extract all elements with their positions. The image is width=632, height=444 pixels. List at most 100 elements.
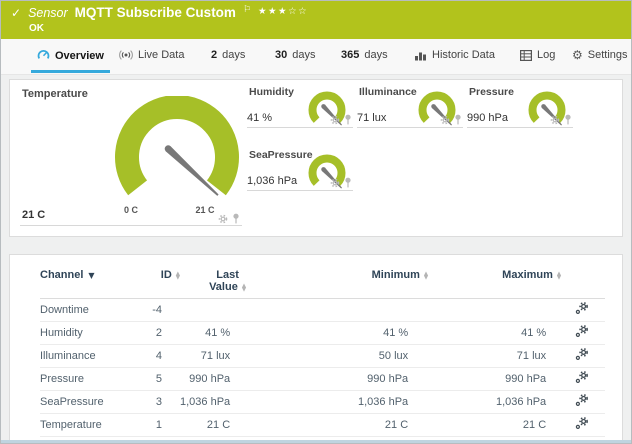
channel-row-downtime: Downtime-4 <box>40 299 605 322</box>
channel-settings-icon[interactable] <box>575 394 589 407</box>
last-value: 71 lux <box>180 345 275 368</box>
gauge-title: Humidity <box>249 86 294 98</box>
tab-days[interactable]: 2 days <box>211 49 245 61</box>
channel-settings-icon[interactable] <box>575 325 589 338</box>
primary-gauge-tile: Temperature 0 C 21 C 21 C <box>20 86 242 226</box>
gauge-title: SeaPressure <box>249 149 313 161</box>
seapressure-gauge <box>305 151 351 197</box>
channel-row-illuminance: Illuminance471 lux50 lux71 lux <box>40 345 605 368</box>
column-header-last-value[interactable]: LastValue▲▼ <box>180 269 275 299</box>
channel-settings-icon[interactable] <box>575 371 589 384</box>
gauge-tile-humidity: Humidity 41 % <box>247 86 353 128</box>
gauge-value: 990 hPa <box>467 112 508 124</box>
channel-id: 1 <box>145 414 180 437</box>
gauge-tile-pressure: Pressure 990 hPa <box>467 86 573 128</box>
maximum-value: 990 hPa <box>450 368 565 391</box>
bottom-window-edge <box>1 440 631 443</box>
column-header-actions <box>565 269 605 299</box>
channel-settings-icon[interactable] <box>575 417 589 430</box>
channel-settings-icon[interactable] <box>575 302 589 315</box>
log-icon <box>520 50 532 61</box>
gauge-settings-icon[interactable] <box>550 115 560 125</box>
tab-live-data[interactable]: Live Data <box>119 49 184 61</box>
flag-icon[interactable]: ⚐ <box>243 5 251 15</box>
gauge-tile-illuminance: Illuminance71 lux <box>357 86 463 128</box>
tab-historic-data[interactable]: Historic Data <box>414 49 495 61</box>
tab-settings[interactable]: ⚙Settings <box>572 49 628 61</box>
tab-label: Log <box>537 49 555 61</box>
channel-name: SeaPressure <box>40 391 145 414</box>
gauge-pin-icon[interactable] <box>564 114 572 125</box>
maximum-value: 41 % <box>450 322 565 345</box>
tab-number: 30 <box>275 49 287 61</box>
minimum-value: 41 % <box>275 322 450 345</box>
gauge-value: 21 C <box>22 209 45 221</box>
priority-stars[interactable]: ★★★☆☆ <box>258 6 308 17</box>
channel-name: Downtime <box>40 299 145 322</box>
status-badge: OK <box>29 23 621 34</box>
sorted-desc-icon: ▼ <box>88 271 94 280</box>
column-header-channel[interactable]: Channel▼ <box>40 269 145 299</box>
channel-id: 2 <box>145 322 180 345</box>
channel-settings-icon[interactable] <box>575 348 589 361</box>
gauge-tile-seapressure: SeaPressure 1,036 hPa <box>247 149 353 191</box>
sort-arrows-icon: ▲▼ <box>557 272 561 280</box>
tab-days[interactable]: 365 days <box>341 49 388 61</box>
prtg-sensor-window: ✓ Sensor MQTT Subscribe Custom ⚐ ★★★☆☆ O… <box>0 0 632 444</box>
channel-id: 5 <box>145 368 180 391</box>
gauge-pin-icon[interactable] <box>232 213 240 224</box>
gauge-settings-icon[interactable] <box>218 214 228 224</box>
channel-row-humidity: Humidity241 %41 %41 % <box>40 322 605 345</box>
channel-id: 3 <box>145 391 180 414</box>
minimum-value: 21 C <box>275 414 450 437</box>
gauge-value: 71 lux <box>357 112 386 124</box>
gauge-pin-icon[interactable] <box>454 114 462 125</box>
tab-label: days <box>364 49 387 61</box>
gear-icon: ⚙ <box>572 50 583 60</box>
sort-arrows-icon: ▲▼ <box>424 272 428 280</box>
channel-name: Humidity <box>40 322 145 345</box>
tab-log[interactable]: Log <box>520 49 555 61</box>
last-value <box>180 299 275 322</box>
gauge-pin-icon[interactable] <box>344 177 352 188</box>
gauges-panel: Temperature 0 C 21 C 21 C Humidity 41 % Il… <box>9 79 623 237</box>
last-value: 990 hPa <box>180 368 275 391</box>
maximum-value: 71 lux <box>450 345 565 368</box>
tab-label: days <box>222 49 245 61</box>
gauge-value: 41 % <box>247 112 272 124</box>
last-value: 1,036 hPa <box>180 391 275 414</box>
sort-arrows-icon: ▲▼ <box>176 272 180 280</box>
column-header-id[interactable]: ID▲▼ <box>145 269 180 299</box>
minimum-value: 990 hPa <box>275 368 450 391</box>
broadcast-icon <box>119 49 133 61</box>
channel-name: Illuminance <box>40 345 145 368</box>
tab-label: days <box>292 49 315 61</box>
gauge-settings-icon[interactable] <box>440 115 450 125</box>
gauge-pin-icon[interactable] <box>344 114 352 125</box>
column-header-maximum[interactable]: Maximum▲▼ <box>450 269 565 299</box>
gauge-settings-icon[interactable] <box>330 178 340 188</box>
minimum-value <box>275 299 450 322</box>
maximum-value: 1,036 hPa <box>450 391 565 414</box>
tab-label: Live Data <box>138 49 184 61</box>
pressure-gauge <box>525 88 571 134</box>
tab-label: Overview <box>55 50 104 62</box>
tab-days[interactable]: 30 days <box>275 49 316 61</box>
channel-name: Temperature <box>40 414 145 437</box>
column-header-minimum[interactable]: Minimum▲▼ <box>275 269 450 299</box>
tab-number: 2 <box>211 49 217 61</box>
minimum-value: 50 lux <box>275 345 450 368</box>
last-value: 21 C <box>180 414 275 437</box>
gauge-title: Pressure <box>469 86 514 98</box>
humidity-gauge <box>305 88 351 134</box>
gauge-settings-icon[interactable] <box>330 115 340 125</box>
sort-arrows-icon: ▲▼ <box>242 284 246 292</box>
sensor-title: MQTT Subscribe Custom <box>75 5 236 20</box>
sensor-header: ✓ Sensor MQTT Subscribe Custom ⚐ ★★★☆☆ O… <box>1 1 631 39</box>
gauge-scale-max: 21 C <box>188 205 222 215</box>
gauge-value: 1,036 hPa <box>247 175 297 187</box>
tab-number: 365 <box>341 49 359 61</box>
tab-overview[interactable]: Overview <box>37 49 104 62</box>
chart-icon <box>414 50 427 61</box>
gauge-scale-min: 0 C <box>114 205 148 215</box>
